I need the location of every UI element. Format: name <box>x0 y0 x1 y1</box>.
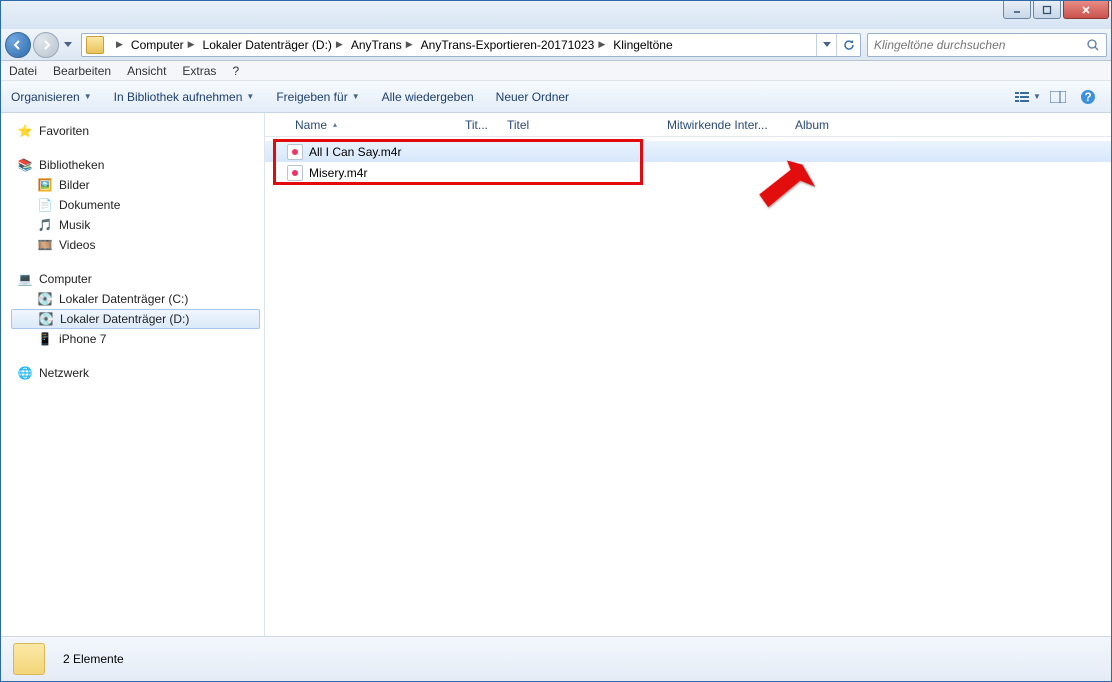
address-dropdown[interactable] <box>816 34 836 56</box>
menu-hilfe[interactable]: ? <box>232 64 239 78</box>
close-button[interactable] <box>1063 1 1109 19</box>
tree-favorites[interactable]: ⭐Favoriten <box>11 121 260 141</box>
search-input[interactable] <box>874 38 1086 52</box>
file-row[interactable]: Misery.m4r <box>265 162 1111 183</box>
network-icon: 🌐 <box>17 365 33 381</box>
status-text: 2 Elemente <box>63 652 124 666</box>
address-bar[interactable]: ▶ Computer▶ Lokaler Datenträger (D:)▶ An… <box>81 33 861 57</box>
drive-icon: 💽 <box>37 291 53 307</box>
music-icon: 🎵 <box>37 217 53 233</box>
menu-bearbeiten[interactable]: Bearbeiten <box>53 64 111 78</box>
library-button[interactable]: In Bibliothek aufnehmen▼ <box>114 90 255 104</box>
content-area: ⭐Favoriten 📚Bibliotheken 🖼️Bilder 📄Dokum… <box>1 113 1111 659</box>
chevron-down-icon: ▼ <box>84 92 92 101</box>
address-bar-row: ▶ Computer▶ Lokaler Datenträger (D:)▶ An… <box>1 29 1111 61</box>
column-name[interactable]: Name▴ <box>287 118 457 132</box>
breadcrumb-item[interactable]: AnyTrans▶ <box>347 34 417 56</box>
status-bar: 2 Elemente <box>1 636 1111 681</box>
libraries-icon: 📚 <box>17 157 33 173</box>
command-bar: Organisieren▼ In Bibliothek aufnehmen▼ F… <box>1 81 1111 113</box>
preview-pane-button[interactable] <box>1045 86 1071 108</box>
chevron-down-icon: ▼ <box>352 92 360 101</box>
chevron-right-icon: ▶ <box>598 39 605 50</box>
new-folder-button[interactable]: Neuer Ordner <box>496 90 569 104</box>
audio-file-icon <box>287 165 303 181</box>
menu-ansicht[interactable]: Ansicht <box>127 64 166 78</box>
phone-icon: 📱 <box>37 331 53 347</box>
tree-iphone[interactable]: 📱iPhone 7 <box>11 329 260 349</box>
tree-music[interactable]: 🎵Musik <box>11 215 260 235</box>
file-row[interactable]: All I Can Say.m4r <box>265 141 1111 162</box>
menu-bar: Datei Bearbeiten Ansicht Extras ? <box>1 61 1111 81</box>
refresh-button[interactable] <box>836 34 860 56</box>
svg-text:?: ? <box>1084 90 1091 104</box>
minimize-button[interactable] <box>1003 1 1031 19</box>
audio-file-icon <box>287 144 303 160</box>
column-titel[interactable]: Titel <box>499 118 659 132</box>
breadcrumb-item[interactable]: Computer▶ <box>127 34 199 56</box>
column-contributors[interactable]: Mitwirkende Inter... <box>659 118 787 132</box>
tree-libraries[interactable]: 📚Bibliotheken <box>11 155 260 175</box>
help-button[interactable]: ? <box>1075 86 1101 108</box>
navigation-pane: ⭐Favoriten 📚Bibliotheken 🖼️Bilder 📄Dokum… <box>1 113 265 659</box>
titlebar <box>1 1 1111 29</box>
back-button[interactable] <box>5 32 31 58</box>
breadcrumb-item[interactable]: Klingeltöne <box>609 34 676 56</box>
drive-icon: 💽 <box>38 311 54 327</box>
tree-network[interactable]: 🌐Netzwerk <box>11 363 260 383</box>
tree-drive-c[interactable]: 💽Lokaler Datenträger (C:) <box>11 289 260 309</box>
share-button[interactable]: Freigeben für▼ <box>276 90 359 104</box>
history-dropdown[interactable] <box>61 35 75 55</box>
forward-button[interactable] <box>33 32 59 58</box>
search-icon <box>1086 38 1100 52</box>
menu-extras[interactable]: Extras <box>182 64 216 78</box>
computer-icon: 💻 <box>17 271 33 287</box>
tree-videos[interactable]: 🎞️Videos <box>11 235 260 255</box>
column-album[interactable]: Album <box>787 118 887 132</box>
column-headers: Name▴ Tit... Titel Mitwirkende Inter... … <box>265 113 1111 137</box>
videos-icon: 🎞️ <box>37 237 53 253</box>
file-list: Name▴ Tit... Titel Mitwirkende Inter... … <box>265 113 1111 659</box>
organize-button[interactable]: Organisieren▼ <box>11 90 92 104</box>
tree-computer[interactable]: 💻Computer <box>11 269 260 289</box>
breadcrumb-item[interactable]: Lokaler Datenträger (D:)▶ <box>199 34 347 56</box>
chevron-right-icon: ▶ <box>188 39 195 50</box>
tree-documents[interactable]: 📄Dokumente <box>11 195 260 215</box>
chevron-right-icon: ▶ <box>406 39 413 50</box>
folder-icon <box>86 36 104 54</box>
tree-pictures[interactable]: 🖼️Bilder <box>11 175 260 195</box>
breadcrumb-item[interactable]: ▶ <box>108 34 127 56</box>
folder-icon <box>13 643 45 675</box>
view-options-button[interactable]: ▼ <box>1015 86 1041 108</box>
menu-datei[interactable]: Datei <box>9 64 37 78</box>
star-icon: ⭐ <box>17 123 33 139</box>
tree-drive-d[interactable]: 💽Lokaler Datenträger (D:) <box>11 309 260 329</box>
breadcrumb-item[interactable]: AnyTrans-Exportieren-20171023▶ <box>417 34 610 56</box>
play-all-button[interactable]: Alle wiedergeben <box>382 90 474 104</box>
search-box[interactable] <box>867 33 1107 57</box>
pictures-icon: 🖼️ <box>37 177 53 193</box>
maximize-button[interactable] <box>1033 1 1061 19</box>
documents-icon: 📄 <box>37 197 53 213</box>
chevron-down-icon: ▼ <box>246 92 254 101</box>
sort-asc-icon: ▴ <box>333 120 337 129</box>
column-tit[interactable]: Tit... <box>457 118 499 132</box>
chevron-right-icon: ▶ <box>116 39 123 50</box>
chevron-right-icon: ▶ <box>336 39 343 50</box>
